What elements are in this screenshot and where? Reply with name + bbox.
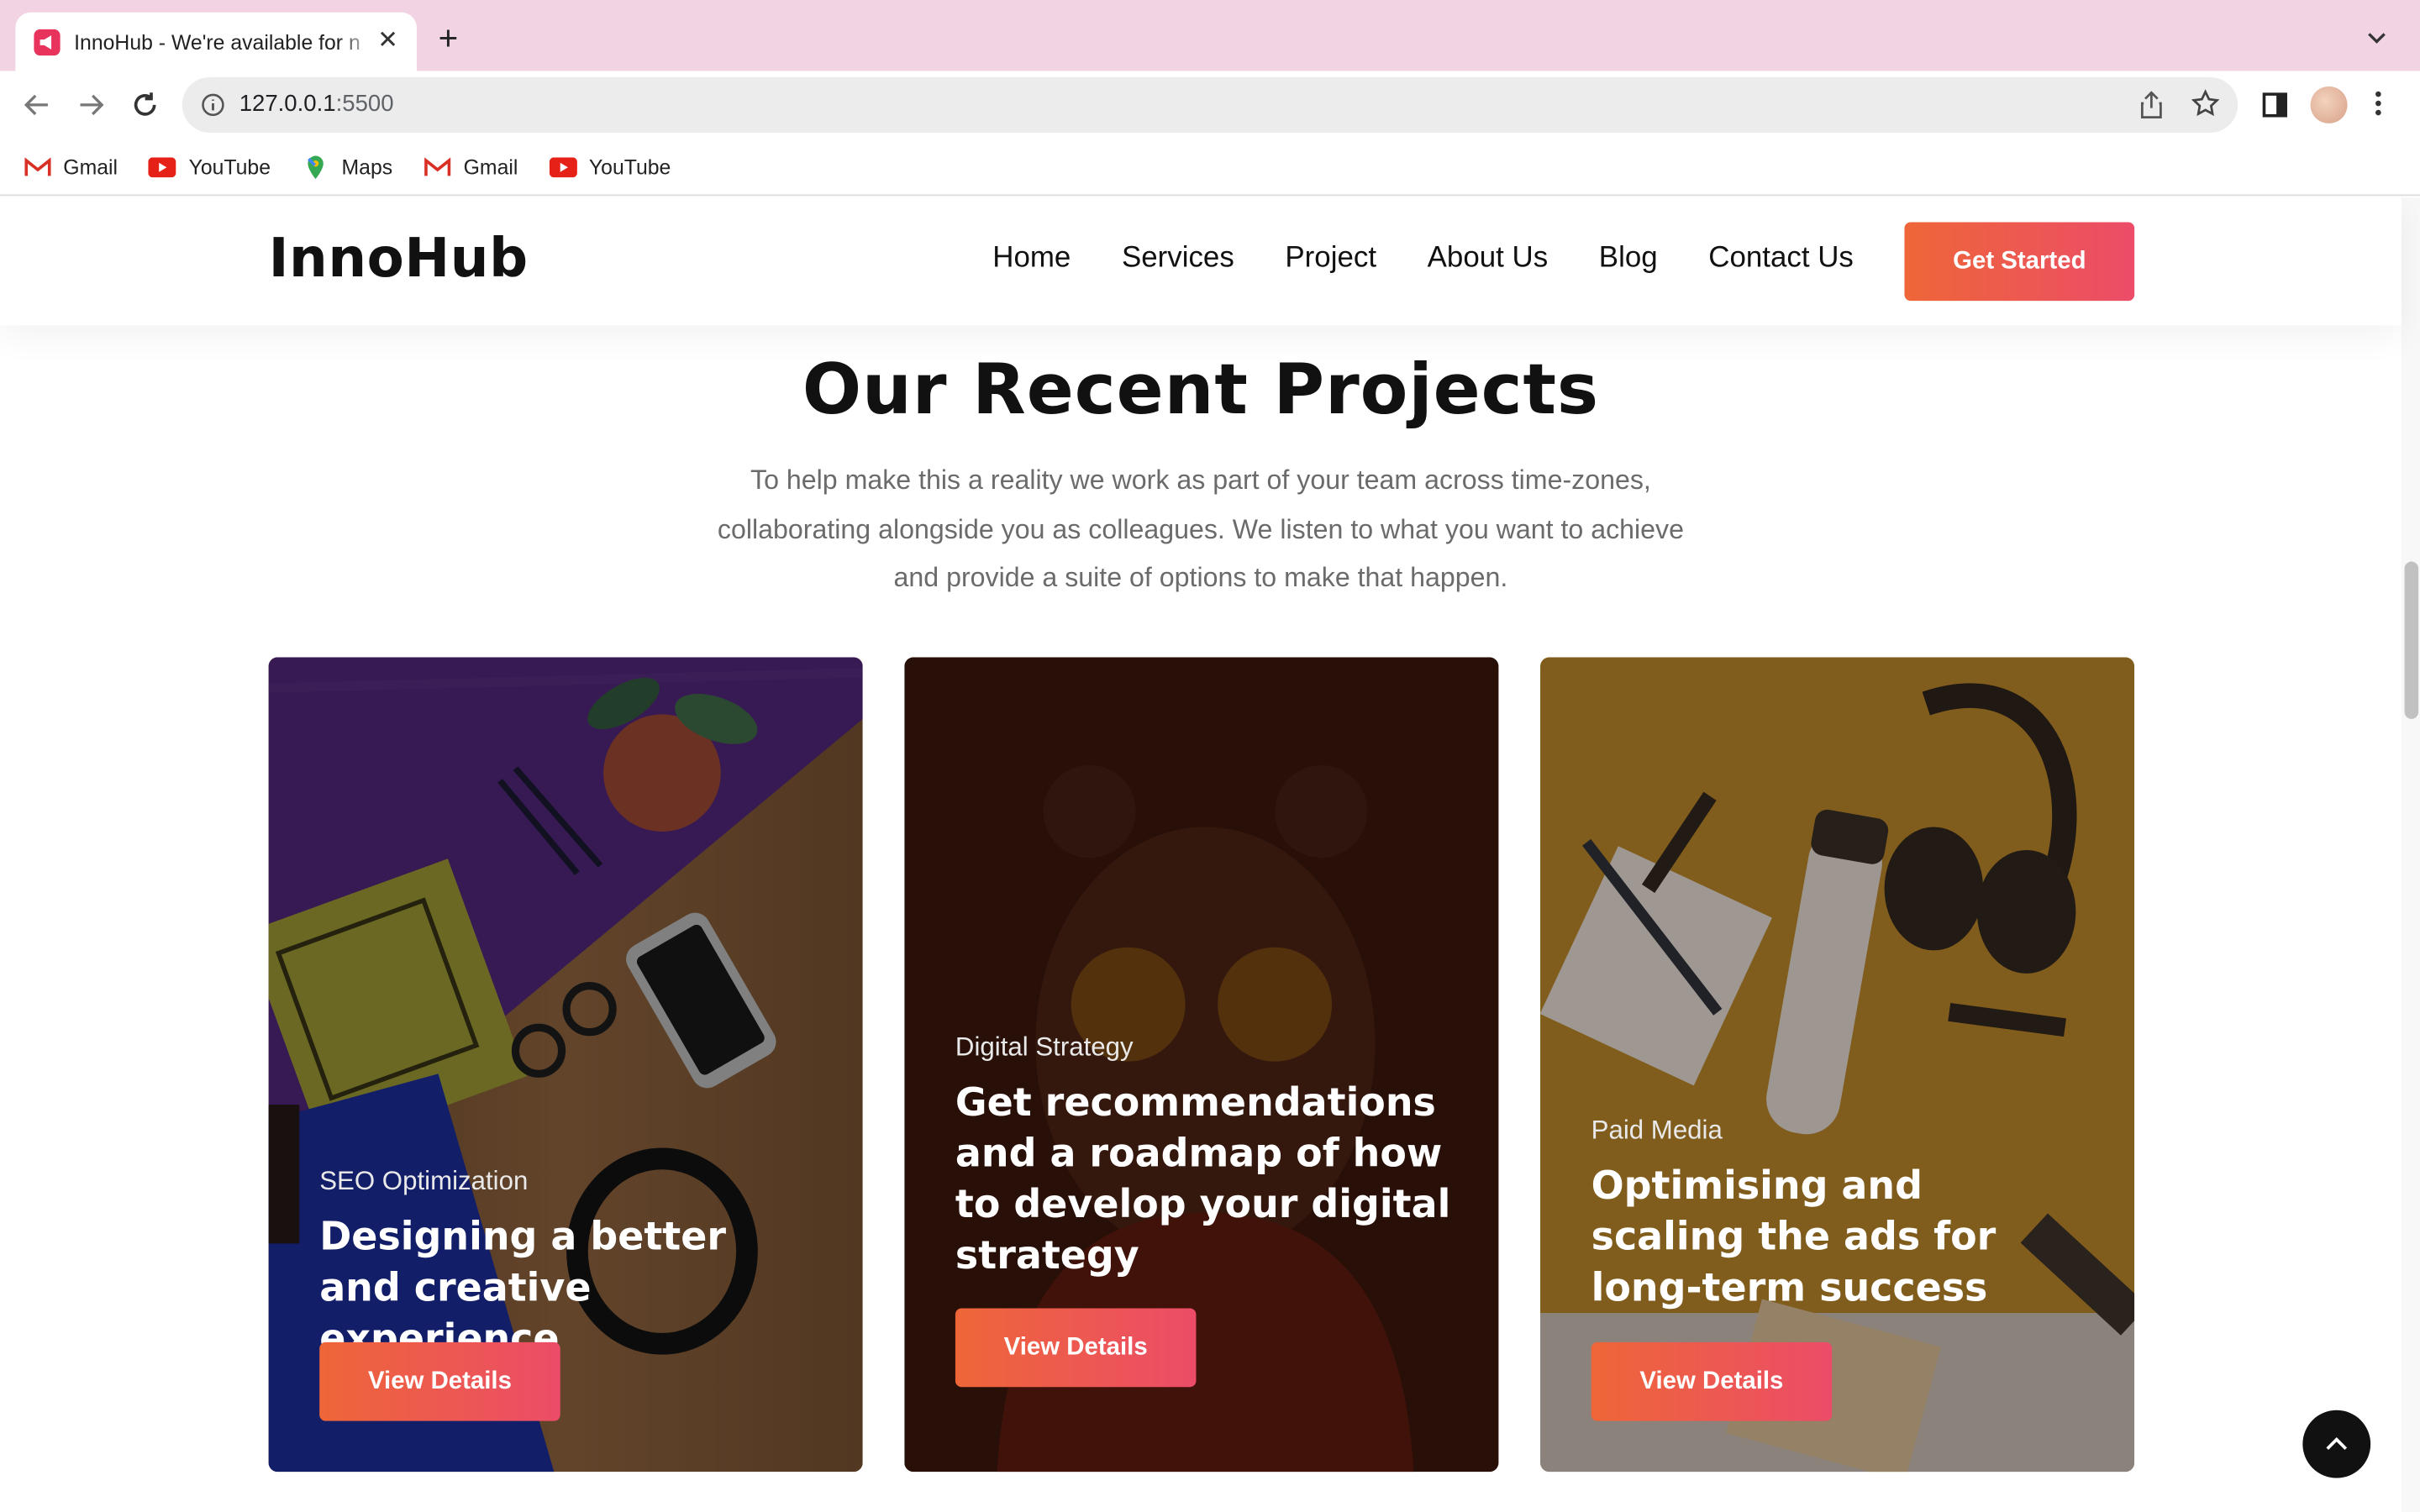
nav-services[interactable]: Services [1122, 242, 1234, 276]
card-content: Paid Media Optimising and scaling the ad… [1591, 1116, 2088, 1313]
card-title: Get recommendations and a roadmap of how… [955, 1079, 1451, 1278]
bookmark-label: Gmail [463, 155, 518, 179]
view-details-button[interactable]: View Details [955, 1308, 1197, 1388]
bookmark-label: Gmail [63, 155, 118, 179]
page-viewport: InnoHub Home Services Project About Us B… [0, 197, 2420, 1512]
maps-icon [302, 155, 329, 179]
url-host: 127.0.0.1 [239, 91, 336, 118]
back-to-top-button[interactable] [2302, 1410, 2371, 1478]
forward-arrow-icon[interactable] [74, 88, 108, 122]
nav-home[interactable]: Home [992, 242, 1071, 276]
main-nav: Home Services Project About Us Blog Cont… [942, 242, 1854, 276]
youtube-icon [148, 156, 176, 178]
browser-toolbar: 127.0.0.1:5500 [0, 71, 2420, 139]
page-scrollbar[interactable] [2401, 197, 2420, 1512]
profile-avatar[interactable] [2310, 86, 2348, 123]
url-text: 127.0.0.1:5500 [239, 91, 394, 117]
megaphone-icon [34, 28, 60, 55]
url-port: :5500 [335, 91, 394, 118]
bookmark-youtube[interactable]: YouTube [148, 155, 271, 179]
new-tab-icon[interactable]: + [439, 21, 459, 55]
bookmark-gmail[interactable]: Gmail [24, 155, 118, 179]
youtube-icon [549, 156, 577, 178]
card-category: Paid Media [1591, 1115, 1723, 1145]
section-title: Our Recent Projects [802, 349, 1600, 431]
scrollbar-thumb[interactable] [2404, 561, 2419, 719]
reload-icon[interactable] [128, 88, 161, 122]
section-description: To help make this a reality we work as p… [717, 464, 1684, 593]
nav-project[interactable]: Project [1285, 242, 1376, 276]
more-vertical-icon[interactable] [2375, 90, 2381, 125]
site-header: InnoHub Home Services Project About Us B… [0, 197, 2402, 326]
card-content: Digital Strategy Get recommendations and… [955, 1032, 1452, 1281]
card-category: SEO Optimization [319, 1166, 529, 1196]
share-icon[interactable] [2139, 91, 2164, 126]
chevron-down-icon[interactable] [2367, 24, 2386, 52]
bookmark-maps[interactable]: Maps [302, 155, 392, 179]
project-card-seo[interactable]: SEO Optimization Designing a better and … [268, 657, 863, 1473]
site-logo[interactable]: InnoHub [269, 228, 529, 290]
side-panel-icon[interactable] [2262, 92, 2287, 125]
nav-contact-us[interactable]: Contact Us [1708, 242, 1854, 276]
get-started-button[interactable]: Get Started [1904, 222, 2135, 302]
tab-title: InnoHub - We're available for n [74, 29, 360, 54]
project-card-paid-media[interactable]: Paid Media Optimising and scaling the ad… [1540, 657, 2135, 1473]
bookmarks-bar: Gmail YouTube Maps Gmail YouTube [0, 139, 2420, 197]
address-bar[interactable]: 127.0.0.1:5500 [182, 76, 2238, 133]
nav-blog[interactable]: Blog [1599, 242, 1658, 276]
bookmark-label: YouTube [588, 155, 671, 179]
nav-about-us[interactable]: About Us [1428, 242, 1549, 276]
view-details-button[interactable]: View Details [319, 1341, 560, 1421]
card-category: Digital Strategy [955, 1032, 1134, 1062]
tab-strip: InnoHub - We're available for n ✕ + [0, 0, 2420, 71]
card-content: SEO Optimization Designing a better and … [319, 1167, 816, 1364]
chevron-up-icon [2326, 1431, 2348, 1458]
browser-tab[interactable]: InnoHub - We're available for n ✕ [15, 12, 417, 71]
gmail-icon [424, 156, 451, 178]
bookmark-star-icon[interactable] [2191, 89, 2220, 125]
bookmark-label: Maps [341, 155, 393, 179]
bookmark-gmail-2[interactable]: Gmail [424, 155, 518, 179]
bookmark-youtube-2[interactable]: YouTube [549, 155, 671, 179]
info-icon[interactable] [201, 92, 225, 125]
view-details-button[interactable]: View Details [1591, 1341, 1833, 1421]
close-icon[interactable]: ✕ [377, 29, 398, 54]
back-arrow-icon[interactable] [20, 88, 54, 122]
browser-window: InnoHub - We're available for n ✕ + 127.… [0, 0, 2420, 1512]
gmail-icon [24, 156, 51, 178]
card-title: Optimising and scaling the ads for long-… [1591, 1163, 1996, 1310]
card-title: Designing a better and creative experien… [319, 1214, 727, 1361]
bookmark-label: YouTube [188, 155, 271, 179]
project-card-digital-strategy[interactable]: Digital Strategy Get recommendations and… [904, 657, 1499, 1473]
